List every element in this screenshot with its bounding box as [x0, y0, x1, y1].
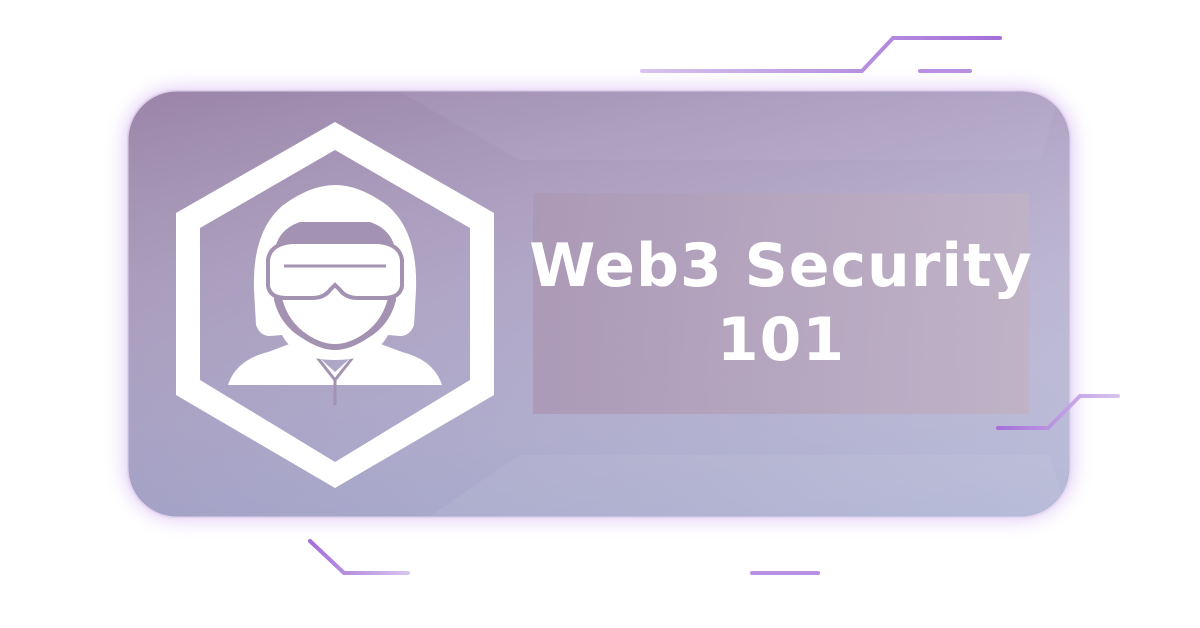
banner-title-line-2: 101 — [716, 304, 846, 375]
banner-title-line-1: Web3 Security — [529, 231, 1033, 302]
banner-title: Web3 Security 101 — [529, 193, 1031, 414]
panel-facet-bottom — [430, 455, 1068, 516]
circuit-lines-bottom — [238, 539, 947, 575]
circuit-lines-top — [282, 36, 1002, 73]
